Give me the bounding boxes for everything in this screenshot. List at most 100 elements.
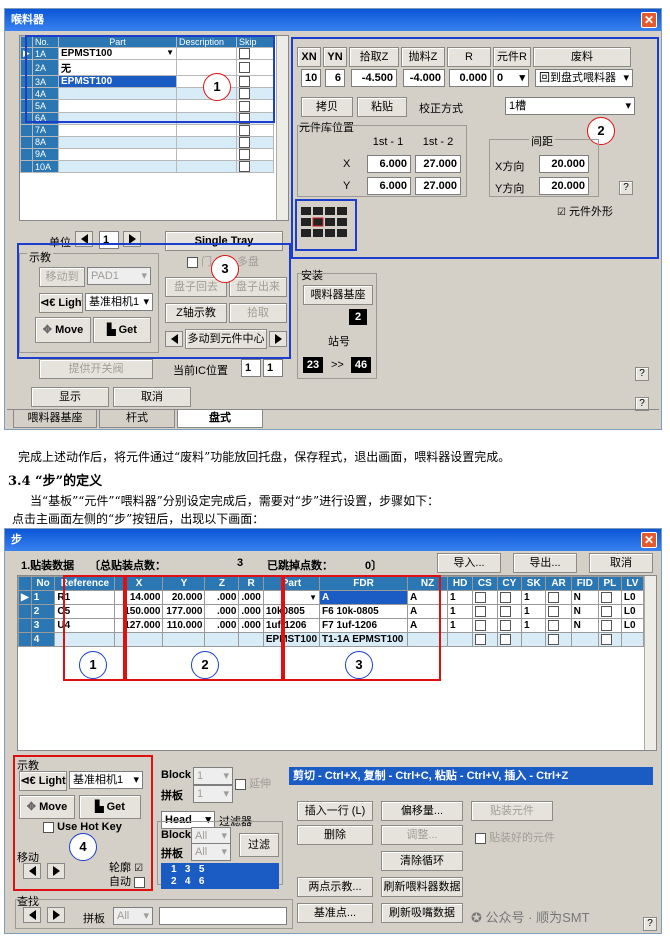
- xn-field[interactable]: 10: [301, 69, 321, 87]
- throw-z-field[interactable]: -4.000: [403, 69, 445, 87]
- get-button[interactable]: ▙ Get: [79, 795, 141, 819]
- current-ic-label: 当前IC位置: [173, 365, 228, 377]
- col-lv: LV: [620, 576, 645, 591]
- y-direction-label: Y方向: [495, 183, 525, 195]
- paste-button[interactable]: 粘贴: [357, 97, 407, 117]
- x1-field[interactable]: 6.000: [367, 155, 411, 173]
- r-field[interactable]: 0.000: [449, 69, 491, 87]
- find-prev-button[interactable]: [23, 907, 41, 923]
- feeder-base-button[interactable]: 喂料器基座: [303, 285, 373, 305]
- delete-button[interactable]: 删除: [297, 825, 373, 845]
- ic-field-2[interactable]: 1: [263, 359, 283, 377]
- head-list[interactable]: 1 3 5 2 4 6: [161, 863, 279, 889]
- vertical-scrollbar[interactable]: [276, 36, 288, 220]
- callout-4: 4: [69, 833, 97, 861]
- filter-block-label: Block: [161, 829, 191, 841]
- auto-check[interactable]: 自动: [109, 873, 146, 889]
- outline-check[interactable]: ☑ 元件外形: [557, 203, 613, 219]
- move-prev-button[interactable]: [23, 863, 41, 879]
- col-cy: CY: [496, 576, 523, 591]
- skip-checkbox[interactable]: [239, 161, 250, 173]
- find-input[interactable]: [159, 907, 287, 925]
- col-sk: SK: [521, 576, 547, 591]
- find-board-select[interactable]: All ▾: [113, 907, 153, 925]
- col1-header: 1st - 1: [365, 133, 411, 151]
- doc-paragraph-1: 完成上述动作后，将元件通过“废料”功能放回托盘，保存程式，退出画面，喂料器设置完…: [18, 450, 511, 464]
- help-button-2[interactable]: ?: [635, 367, 649, 381]
- close-icon[interactable]: ✕: [641, 12, 657, 28]
- find-next-button[interactable]: [47, 907, 65, 923]
- get-icon: ▙: [95, 801, 104, 813]
- insert-row-button[interactable]: 插入一行 (L): [297, 801, 373, 821]
- camera-select[interactable]: 基准相机1 ▾: [69, 771, 143, 789]
- yn-field[interactable]: 6: [325, 69, 345, 87]
- block-select[interactable]: 1 ▾: [193, 767, 233, 785]
- skip-checkbox[interactable]: [239, 124, 250, 136]
- y1-field[interactable]: 6.000: [367, 177, 411, 195]
- place-part-button[interactable]: 贴装元件: [471, 801, 553, 821]
- x2-field[interactable]: 27.000: [415, 155, 461, 173]
- calibration-select[interactable]: 1槽 ▾: [505, 97, 635, 115]
- offset-button[interactable]: 偏移量...: [381, 801, 463, 821]
- table-row[interactable]: 7A: [20, 123, 274, 137]
- pick-z-field[interactable]: -4.500: [351, 69, 397, 87]
- step-window-titlebar: 步: [5, 529, 661, 551]
- filter-pinban-select[interactable]: All ▾: [191, 843, 231, 861]
- waste-select[interactable]: 回到盘式喂料器 ▾: [535, 69, 633, 87]
- hotkey-check[interactable]: Use Hot Key: [43, 821, 122, 833]
- copy-button[interactable]: 拷贝: [301, 97, 353, 117]
- light-button[interactable]: ⊲€ Light: [19, 771, 67, 791]
- close-icon[interactable]: ✕: [641, 532, 657, 548]
- table-row[interactable]: 8A: [20, 135, 274, 149]
- skipped-label: 已跳掉点数：: [267, 560, 333, 572]
- filter-button[interactable]: 过滤: [239, 833, 279, 857]
- import-button[interactable]: 导入...: [437, 553, 501, 573]
- skip-checkbox[interactable]: [239, 136, 250, 148]
- xn-header: XN: [297, 47, 321, 67]
- vertical-scrollbar[interactable]: [644, 576, 656, 750]
- extend-check[interactable]: 延伸: [235, 775, 271, 791]
- col-no: No: [30, 576, 56, 591]
- move-button[interactable]: ✥ Move: [19, 795, 75, 819]
- move-next-button[interactable]: [47, 863, 65, 879]
- export-button[interactable]: 导出...: [513, 553, 577, 573]
- y2-field[interactable]: 27.000: [415, 177, 461, 195]
- pinban-label: 拼板: [161, 790, 183, 802]
- tab-feeder-base[interactable]: 喂料器基座: [13, 410, 97, 428]
- reference-point-button[interactable]: 基准点...: [297, 903, 373, 923]
- x-spacing-field[interactable]: 20.000: [539, 155, 589, 173]
- skipped-value: 0〕: [365, 560, 383, 572]
- clear-loop-button[interactable]: 清除循环: [381, 851, 463, 871]
- display-button[interactable]: 显示: [31, 387, 109, 407]
- adjust-button[interactable]: 调整...: [381, 825, 463, 845]
- table-row[interactable]: 10A: [20, 159, 274, 174]
- total-label: 〔总贴装点数：: [89, 560, 166, 572]
- help-button[interactable]: ?: [643, 917, 657, 931]
- row-no: 9A: [32, 147, 59, 162]
- help-button[interactable]: ?: [619, 181, 633, 195]
- part-r-select[interactable]: 0 ▾: [493, 69, 529, 87]
- ic-field-1[interactable]: 1: [241, 359, 261, 377]
- refresh-nozzle-button[interactable]: 刷新吸嘴数据: [381, 903, 463, 923]
- col-cs: CS: [472, 576, 498, 591]
- cancel-button[interactable]: 取消: [113, 387, 191, 407]
- refresh-feeder-button[interactable]: 刷新喂料器数据: [381, 877, 463, 897]
- tab-stick[interactable]: 杆式: [99, 410, 175, 428]
- tab-tray[interactable]: 盘式: [177, 410, 263, 428]
- feeder-window-titlebar: 喉料器: [5, 9, 661, 31]
- station-end: 46: [351, 357, 371, 373]
- move-icon: ✥: [26, 801, 37, 813]
- two-point-button[interactable]: 两点示教...: [297, 877, 373, 897]
- valve-button[interactable]: 提供开关阀: [39, 359, 153, 379]
- row-no: 8A: [32, 135, 59, 149]
- pick-z-header: 拾取Z: [349, 47, 399, 67]
- skip-checkbox[interactable]: [239, 149, 250, 160]
- tab-bar: 喂料器基座 杆式 盘式: [7, 409, 659, 429]
- y-spacing-field[interactable]: 20.000: [539, 177, 589, 195]
- placed-check[interactable]: 贴装好的元件: [475, 829, 555, 845]
- pinban-select[interactable]: 1 ▾: [193, 785, 233, 803]
- table-row[interactable]: 9A: [20, 147, 274, 162]
- window-title: 步: [11, 534, 22, 546]
- doc-paragraph-3: 点击主画面左侧的“步”按钮后，出现以下画面：: [12, 512, 265, 526]
- cancel-button[interactable]: 取消: [589, 553, 653, 573]
